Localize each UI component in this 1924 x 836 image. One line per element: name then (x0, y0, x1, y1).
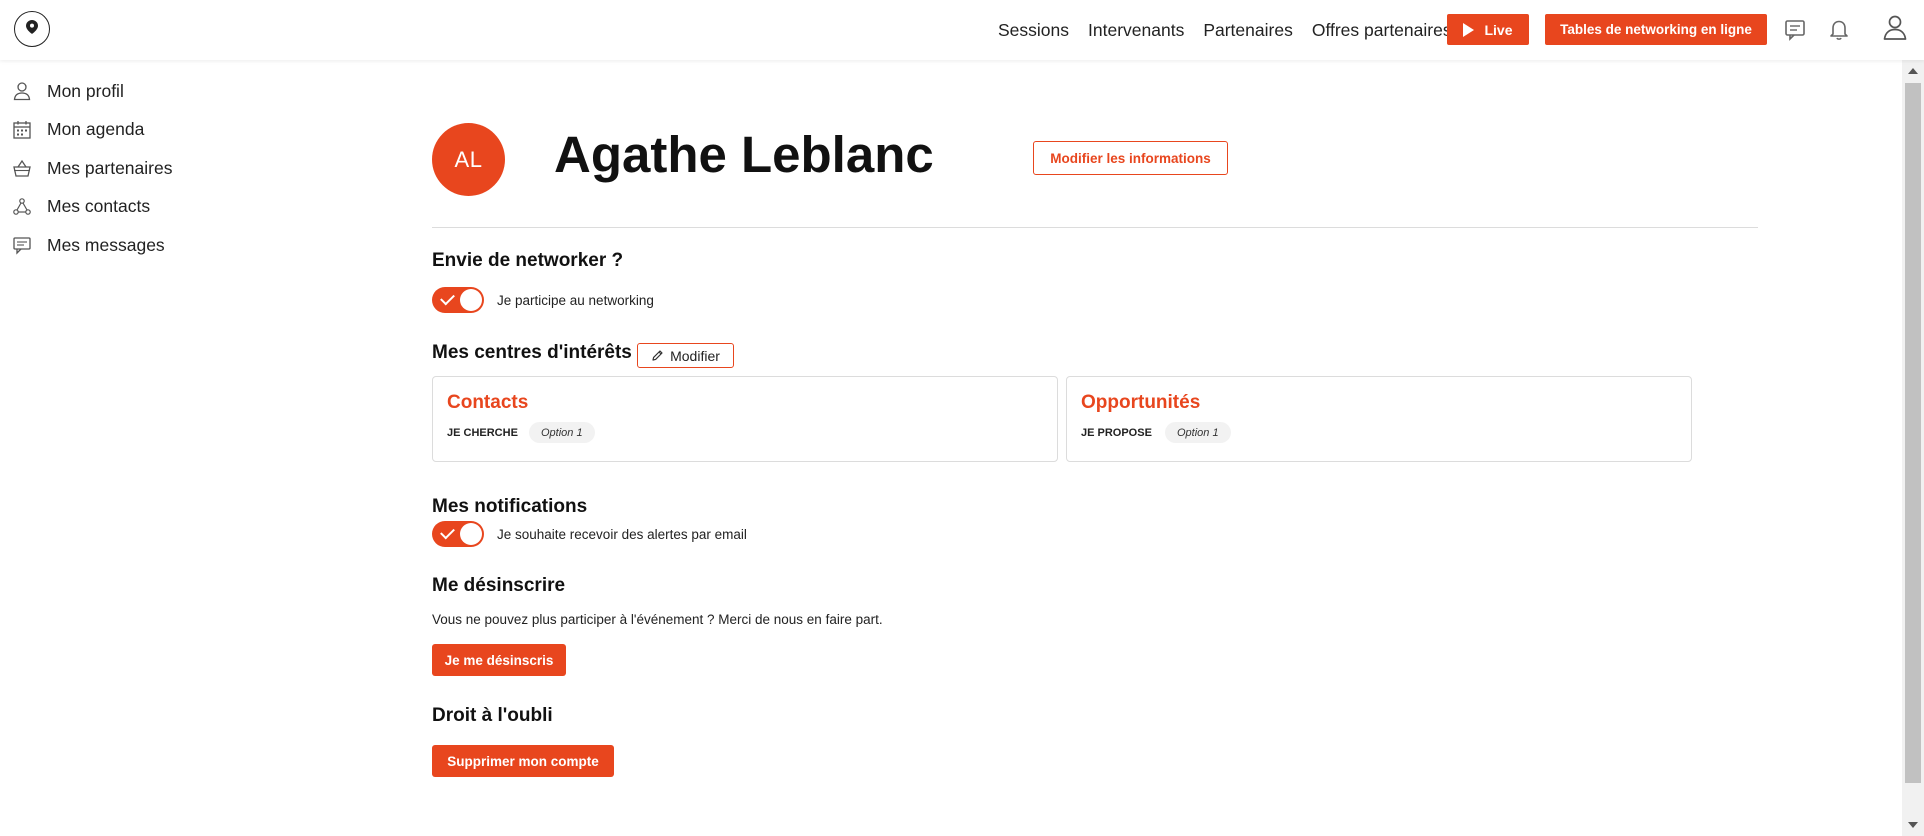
interest-chip: Option 1 (1165, 422, 1231, 443)
card-title: Contacts (447, 392, 529, 413)
play-icon (1463, 22, 1475, 37)
unsubscribe-text: Vous ne pouvez plus participer à l'événe… (432, 612, 883, 627)
bell-icon[interactable] (1826, 16, 1852, 42)
card-tag-label: JE CHERCHE (447, 427, 518, 439)
avatar-initials: AL (454, 146, 483, 172)
logo-lettering (32, 35, 33, 38)
pencil-icon (652, 350, 663, 361)
interest-card-contacts: Contacts JE CHERCHE Option 1 (432, 376, 1058, 462)
notifications-title: Mes notifications (432, 496, 588, 517)
sidebar-item-mes-contacts[interactable]: Mes contacts (0, 188, 260, 227)
notifications-toggle[interactable] (432, 521, 484, 547)
location-pin-icon (26, 20, 38, 34)
avatar: AL (432, 123, 505, 196)
nav-sessions[interactable]: Sessions (998, 20, 1069, 41)
notifications-toggle-row: Je souhaite recevoir des alertes par ema… (432, 521, 747, 547)
notifications-toggle-label: Je souhaite recevoir des alertes par ema… (497, 526, 747, 542)
delete-account-button[interactable]: Supprimer mon compte (432, 745, 614, 777)
page-scrollbar[interactable] (1902, 60, 1924, 836)
modify-info-label: Modifier les informations (1050, 150, 1211, 166)
top-header: Sessions Intervenants Partenaires Offres… (0, 0, 1924, 60)
messages-icon[interactable] (1782, 16, 1808, 42)
networking-toggle-label: Je participe au networking (497, 292, 654, 308)
sidebar-item-label: Mes contacts (47, 196, 151, 217)
delete-account-label: Supprimer mon compte (447, 753, 599, 769)
page: Sessions Intervenants Partenaires Offres… (0, 0, 1924, 836)
unsubscribe-button-label: Je me désinscris (444, 652, 554, 668)
sidebar-item-mon-profil[interactable]: Mon profil (0, 72, 260, 111)
live-button[interactable]: Live (1447, 14, 1529, 45)
toggle-knob (460, 523, 482, 545)
networking-tables-label: Tables de networking en ligne (1560, 22, 1752, 37)
edit-interests-label: Modifier (670, 347, 720, 364)
unsubscribe-title: Me désinscrire (432, 575, 566, 596)
sidebar-item-mon-agenda[interactable]: Mon agenda (0, 111, 260, 150)
nav-partenaires[interactable]: Partenaires (1203, 20, 1293, 41)
scroll-down-arrow-icon[interactable] (1908, 822, 1918, 828)
profile-sidebar: Mon profil Mon agenda Mes partenaires Me… (0, 72, 260, 265)
sidebar-item-label: Mes partenaires (47, 157, 173, 178)
user-icon[interactable] (1881, 13, 1909, 41)
user-icon (13, 82, 31, 101)
interest-card-opportunites: Opportunités JE PROPOSE Option 1 (1066, 376, 1692, 462)
basket-icon (13, 160, 31, 177)
nav-offres-partenaires[interactable]: Offres partenaires (1312, 20, 1452, 41)
card-title: Opportunités (1081, 392, 1201, 413)
event-logo[interactable] (14, 11, 50, 47)
network-icon (13, 197, 31, 215)
sidebar-item-mes-messages[interactable]: Mes messages (0, 226, 260, 265)
unsubscribe-button[interactable]: Je me désinscris (432, 644, 566, 676)
check-icon (440, 290, 455, 306)
networking-tables-button[interactable]: Tables de networking en ligne (1545, 14, 1767, 45)
networking-toggle-row: Je participe au networking (432, 287, 654, 313)
sidebar-item-mes-partenaires[interactable]: Mes partenaires (0, 149, 260, 188)
scroll-thumb[interactable] (1905, 83, 1921, 783)
sidebar-item-label: Mon agenda (47, 119, 145, 140)
live-label: Live (1484, 21, 1513, 38)
main-nav: Sessions Intervenants Partenaires Offres… (998, 0, 1471, 60)
scroll-up-arrow-icon[interactable] (1908, 68, 1918, 74)
edit-interests-button[interactable]: Modifier (637, 343, 734, 368)
message-icon (13, 237, 31, 255)
profile-name: Agathe Leblanc (554, 126, 934, 183)
interests-title: Mes centres d'intérêts (432, 342, 632, 363)
divider (432, 227, 1758, 228)
check-icon (440, 524, 455, 540)
forget-title: Droit à l'oubli (432, 705, 553, 726)
nav-intervenants[interactable]: Intervenants (1088, 20, 1184, 41)
modify-info-button[interactable]: Modifier les informations (1033, 141, 1228, 175)
sidebar-item-label: Mon profil (47, 80, 124, 101)
sidebar-item-label: Mes messages (47, 234, 165, 255)
calendar-icon (13, 120, 31, 139)
card-tag-label: JE PROPOSE (1081, 427, 1152, 439)
networking-toggle[interactable] (432, 287, 484, 313)
networking-title: Envie de networker ? (432, 250, 624, 271)
interest-chip: Option 1 (529, 422, 595, 443)
toggle-knob (460, 289, 482, 311)
